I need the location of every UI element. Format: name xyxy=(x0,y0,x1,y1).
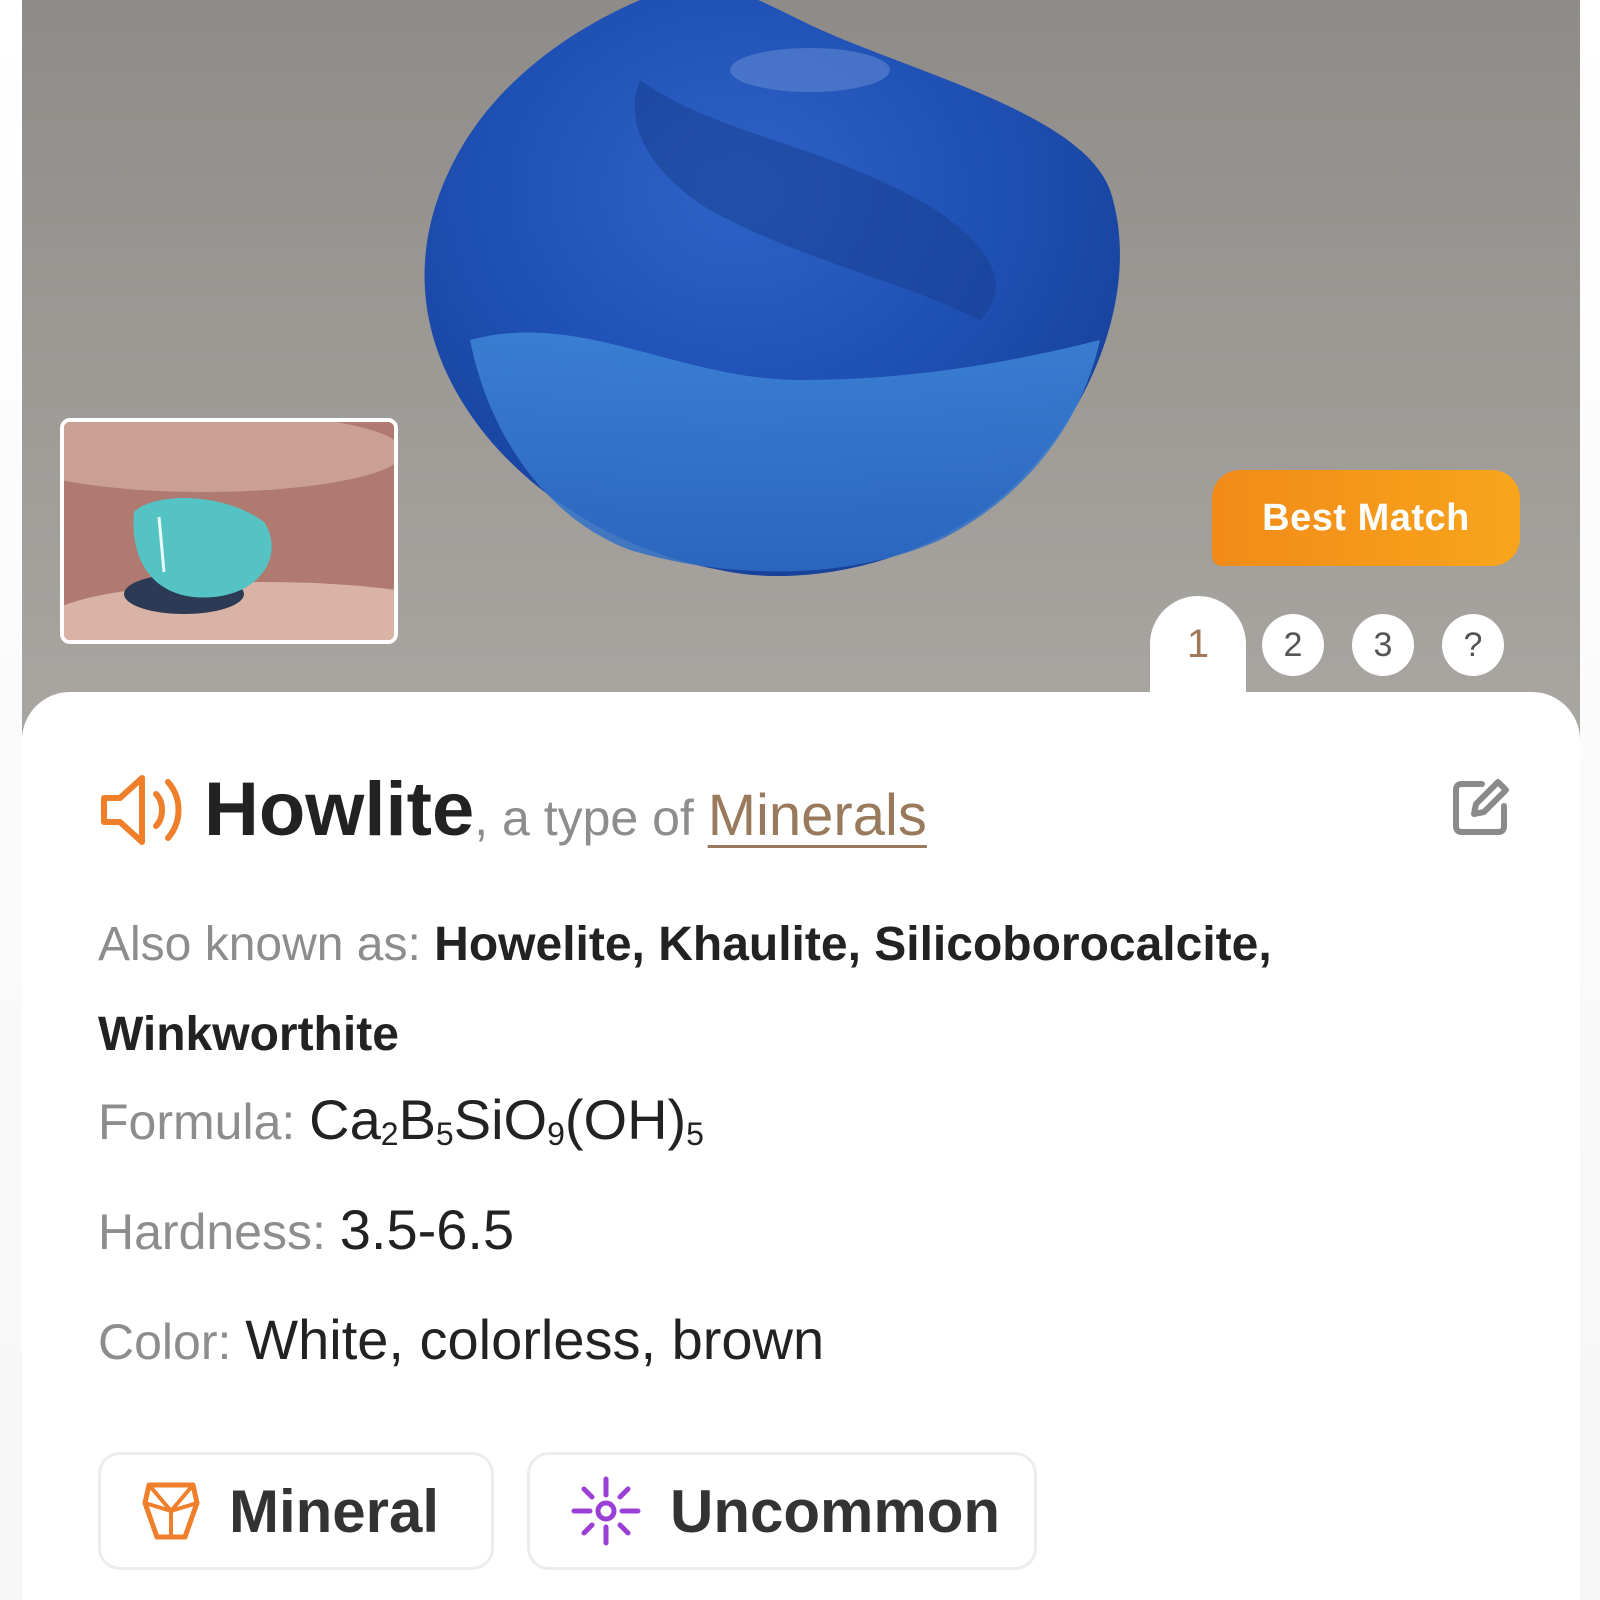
uncommon-tag-label: Uncommon xyxy=(670,1477,1000,1545)
result-type-prefix: , a type of xyxy=(474,790,708,846)
gem-icon xyxy=(142,1482,200,1540)
right-edge xyxy=(1580,0,1600,1600)
formula-row: Formula: Ca2B5SiO9(OH)5 xyxy=(98,1085,704,1169)
mineral-tag-label: Mineral xyxy=(229,1477,440,1545)
type-link[interactable]: Minerals xyxy=(708,783,927,848)
color-value: White, colorless, brown xyxy=(245,1308,825,1371)
hero-image: Best Match 1 2 3 ? xyxy=(0,0,1600,760)
tab-2[interactable]: 2 xyxy=(1262,614,1324,676)
aka-row: Also known as: Howelite, Khaulite, Silic… xyxy=(98,900,1518,1080)
sparkle-icon xyxy=(571,1476,641,1546)
result-tabs: 1 2 3 ? xyxy=(1150,596,1530,706)
edit-icon[interactable] xyxy=(1448,776,1512,840)
color-row: Color: White, colorless, brown xyxy=(98,1305,824,1377)
result-name: Howlite xyxy=(204,767,475,852)
left-edge xyxy=(0,0,22,1600)
title-row: Howlite, a type of Minerals xyxy=(98,760,1518,860)
speaker-icon[interactable] xyxy=(98,770,188,850)
best-match-badge: Best Match xyxy=(1212,470,1520,566)
formula-value: Ca2B5SiO9(OH)5 xyxy=(309,1088,704,1152)
color-label: Color: xyxy=(98,1314,246,1370)
result-title: Howlite, a type of Minerals xyxy=(204,760,927,868)
tab-unknown[interactable]: ? xyxy=(1442,614,1504,676)
aka-label: Also known as: xyxy=(98,918,435,971)
stone-image xyxy=(424,0,1120,576)
formula-label: Formula: xyxy=(98,1094,310,1150)
tab-3[interactable]: 3 xyxy=(1352,614,1414,676)
thumbnail-image xyxy=(64,422,394,640)
hardness-label: Hardness: xyxy=(98,1204,340,1260)
thumbnail-photo[interactable] xyxy=(60,418,398,644)
uncommon-tag[interactable]: Uncommon xyxy=(527,1452,1037,1570)
hardness-row: Hardness: 3.5-6.5 xyxy=(98,1195,514,1267)
hardness-value: 3.5-6.5 xyxy=(339,1198,515,1261)
mineral-tag[interactable]: Mineral xyxy=(98,1452,494,1570)
tab-1[interactable]: 1 xyxy=(1150,596,1246,706)
